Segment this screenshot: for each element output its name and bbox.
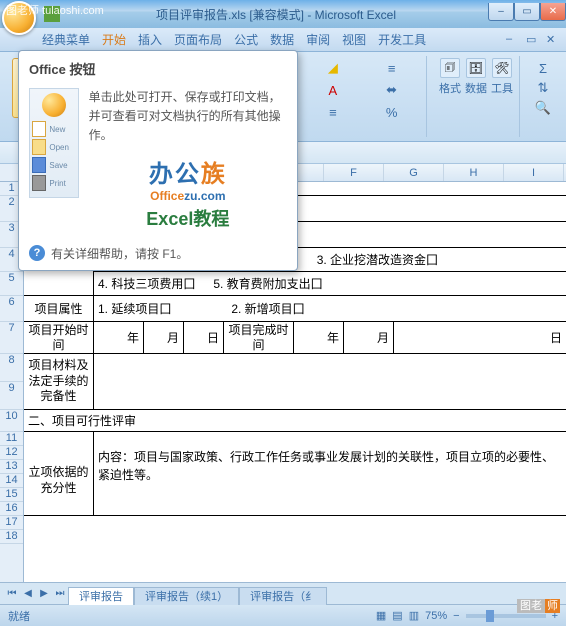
col-header-f[interactable]: F <box>324 164 384 181</box>
brand-block: 办公族 Officezu.com Excel教程 <box>89 154 287 231</box>
maximize-button[interactable]: ▭ <box>514 3 540 21</box>
view-normal-icon[interactable]: ▦ <box>376 609 386 622</box>
tab-page-layout[interactable]: 页面布局 <box>174 31 222 48</box>
row-header-14[interactable]: 14 <box>0 474 23 488</box>
fill-color-button[interactable]: ◢ <box>322 58 344 78</box>
data-icon[interactable]: 🗄 <box>466 58 486 78</box>
row-header-12[interactable]: 12 <box>0 446 23 460</box>
mdi-minimize-button[interactable]: – <box>506 33 520 47</box>
open-folder-icon <box>32 139 46 155</box>
align-center-button[interactable]: ≡ <box>381 58 403 78</box>
zoom-out-button[interactable]: − <box>453 610 459 622</box>
autosum-button[interactable]: Σ <box>532 58 554 78</box>
tools-icon[interactable]: 🛠 <box>492 58 512 78</box>
row-header-5[interactable]: 5 <box>0 272 23 296</box>
row-header-10[interactable]: 10 <box>0 410 23 432</box>
cell-end-time-label[interactable]: 项目完成时间 <box>224 322 294 353</box>
tab-nav-next[interactable]: ▶ <box>36 586 52 602</box>
view-pagebreak-icon[interactable]: ▥ <box>409 609 419 622</box>
tab-classic-menu[interactable]: 经典菜单 <box>42 31 90 48</box>
zoom-slider[interactable] <box>466 614 546 618</box>
cell-section-2[interactable]: 二、项目可行性评审 <box>24 410 566 431</box>
tooltip-description: 单击此处可打开、保存或打印文档，并可查看可对文档执行的所有其他操作。 <box>89 88 287 146</box>
printer-icon <box>32 175 46 191</box>
new-doc-icon <box>32 121 46 137</box>
mdi-close-button[interactable]: ✕ <box>546 33 560 47</box>
menu-bar: 经典菜单 开始 插入 页面布局 公式 数据 审阅 视图 开发工具 – ▭ ✕ <box>0 28 566 52</box>
cell-project-attr-label[interactable]: 项目属性 <box>24 296 94 321</box>
percent-button[interactable]: % <box>381 102 403 122</box>
row-header-9[interactable]: 9 <box>0 382 23 410</box>
sort-button[interactable]: ⇅ <box>532 78 554 98</box>
row-header-16[interactable]: 16 <box>0 502 23 516</box>
col-header-h[interactable]: H <box>444 164 504 181</box>
tooltip-title: Office 按钮 <box>29 59 287 78</box>
format-icon[interactable]: 🗊 <box>440 58 460 78</box>
align-left-button[interactable]: ≡ <box>322 102 344 122</box>
close-button[interactable]: ✕ <box>540 3 566 21</box>
cell-basis-content[interactable]: 内容：项目与国家政策、行政工作任务或事业发展计划的关联性，项目立项的必要性、紧迫… <box>94 446 566 515</box>
tab-developer[interactable]: 开发工具 <box>378 31 426 48</box>
font-color-button[interactable]: A <box>322 80 344 100</box>
tooltip-thumbnail: New Open Save Print <box>29 88 79 198</box>
col-header-g[interactable]: G <box>384 164 444 181</box>
sheet-tabs-bar: ⏮ ◀ ▶ ⏭ 评审报告 评审报告（续1） 评审报告（纟 <box>0 582 566 604</box>
tooltip-footer: 有关详细帮助，请按 F1。 <box>51 245 188 262</box>
watermark-top-left: 图老师 tulaoshi.com <box>6 2 104 18</box>
office-orb-icon <box>42 93 66 117</box>
row-header-7[interactable]: 7 <box>0 322 23 354</box>
cell-start-time-label[interactable]: 项目开始时间 <box>24 322 94 353</box>
window-title: 项目评审报告.xls [兼容模式] - Microsoft Excel <box>64 6 488 23</box>
status-bar: 就绪 ▦ ▤ ▥ 75% − + <box>0 604 566 626</box>
tab-view[interactable]: 视图 <box>342 31 366 48</box>
tab-formulas[interactable]: 公式 <box>234 31 258 48</box>
tab-insert[interactable]: 插入 <box>138 31 162 48</box>
tab-nav-prev[interactable]: ◀ <box>20 586 36 602</box>
col-header-i[interactable]: I <box>504 164 564 181</box>
mdi-restore-button[interactable]: ▭ <box>526 33 540 47</box>
cell-materials-label[interactable]: 项目材料及法定手续的完备性 <box>24 354 94 409</box>
minimize-button[interactable]: – <box>488 3 514 21</box>
office-button-tooltip: Office 按钮 New Open Save Print 单击此处可打开、保存… <box>18 50 298 271</box>
find-button[interactable]: 🔍 <box>532 98 554 118</box>
help-icon: ? <box>29 245 45 261</box>
save-disk-icon <box>32 157 46 173</box>
tab-nav-first[interactable]: ⏮ <box>4 586 20 602</box>
sheet-tab-2[interactable]: 评审报告（续1） <box>134 587 239 605</box>
merge-button[interactable]: ⬌ <box>381 80 403 100</box>
view-layout-icon[interactable]: ▤ <box>392 609 402 622</box>
status-text: 就绪 <box>8 608 30 624</box>
zoom-level[interactable]: 75% <box>425 610 447 622</box>
tab-data[interactable]: 数据 <box>270 31 294 48</box>
row-header-15[interactable]: 15 <box>0 488 23 502</box>
row-header-6[interactable]: 6 <box>0 296 23 322</box>
watermark-bottom-right: 图老师 <box>517 597 560 613</box>
row-header-17[interactable]: 17 <box>0 516 23 530</box>
row-header-11[interactable]: 11 <box>0 432 23 446</box>
sheet-tab-3[interactable]: 评审报告（纟 <box>239 587 327 605</box>
cell-basis-label[interactable]: 立项依据的充分性 <box>24 446 94 515</box>
tab-home[interactable]: 开始 <box>102 31 126 48</box>
tab-nav-last[interactable]: ⏭ <box>52 586 68 602</box>
row-header-8[interactable]: 8 <box>0 354 23 382</box>
sheet-tab-1[interactable]: 评审报告 <box>68 587 134 605</box>
row-header-18[interactable]: 18 <box>0 530 23 544</box>
row-header-13[interactable]: 13 <box>0 460 23 474</box>
tab-review[interactable]: 审阅 <box>306 31 330 48</box>
